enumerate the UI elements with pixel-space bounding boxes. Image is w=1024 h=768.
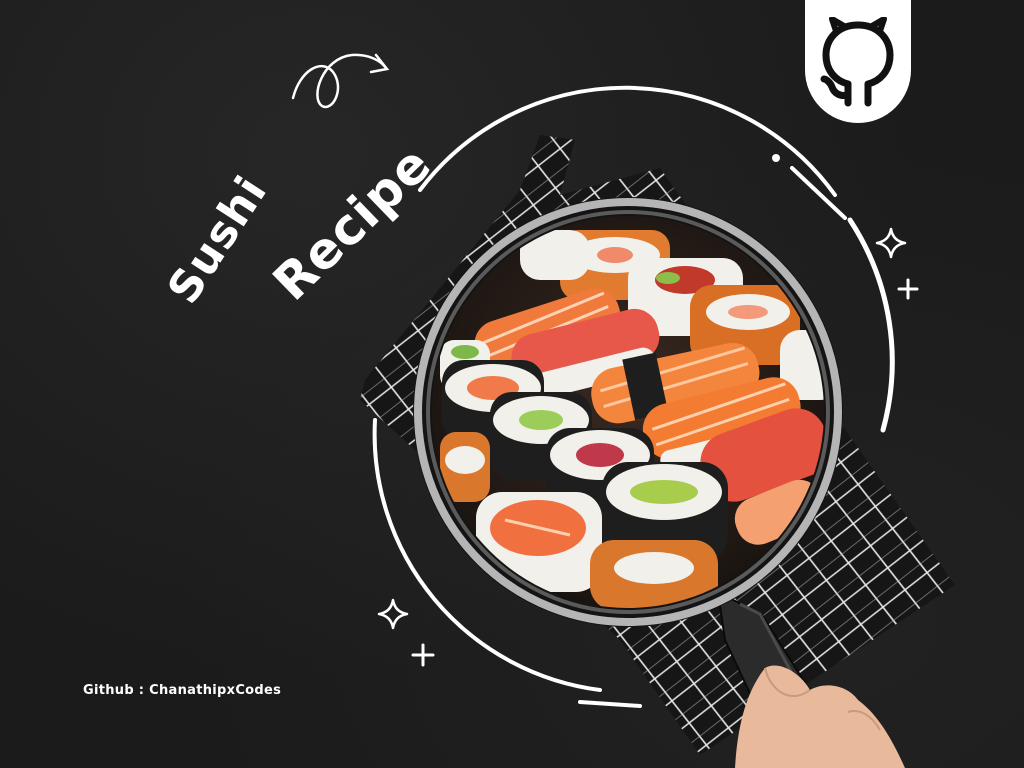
github-icon xyxy=(820,17,894,107)
sushi-recipe-page: Sushi Recipe Github : ChanathipxCodes xyxy=(0,0,1024,768)
github-link-button[interactable] xyxy=(805,0,911,123)
curly-arrow-doodle xyxy=(291,53,390,109)
hand xyxy=(735,665,905,768)
github-credit: Github : ChanathipxCodes xyxy=(83,683,282,698)
